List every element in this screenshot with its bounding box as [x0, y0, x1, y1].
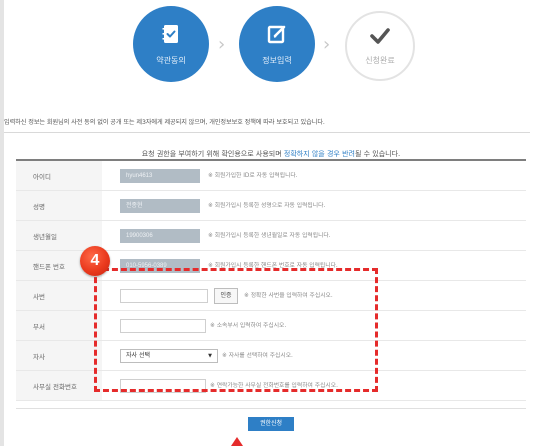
- step-badge: 4: [80, 246, 110, 276]
- step-chevron-icon: ›: [218, 34, 226, 55]
- id-field: hyun4613: [120, 169, 200, 183]
- step-info-label: 정보입력: [262, 55, 292, 65]
- step-terms-label: 약관동의: [156, 55, 186, 65]
- request-note-text: 요청 권한을 부여하기 위해 확인용으로 사용되며: [141, 150, 284, 158]
- row-id: 아이디 hyun4613 ※ 회원가입한 ID로 자동 입력됩니다.: [16, 161, 526, 191]
- step-info: 정보입력: [239, 6, 315, 82]
- birth-label: 생년월일: [16, 221, 102, 250]
- left-edge: [0, 0, 4, 446]
- id-hint: ※ 회원가입한 ID로 자동 입력됩니다.: [208, 173, 298, 179]
- registration-page: 약관동의 › 정보입력 › 신청완료 입력하신 정보는 회원님의 사전 동의 없…: [0, 0, 542, 446]
- birth-hint: ※ 회원가입시 등록한 생년월일로 자동 입력됩니다.: [208, 233, 331, 239]
- divider: [16, 408, 526, 409]
- document-check-icon: [160, 23, 182, 49]
- edit-icon: [266, 23, 288, 49]
- company-label: 자사: [16, 341, 102, 370]
- pointer-arrow-icon: [231, 437, 243, 446]
- request-note-tail: 될 수 있습니다.: [354, 150, 401, 158]
- request-note-highlight: 정확하지 않을 경우 반려: [283, 150, 355, 158]
- step-terms: 약관동의: [133, 6, 209, 82]
- emp-no-label: 사번: [16, 281, 102, 310]
- name-field: 전종현: [120, 199, 200, 213]
- step-complete-label: 신청완료: [365, 55, 395, 65]
- id-label: 아이디: [16, 161, 102, 190]
- office-phone-label: 사무실 전화번호: [16, 371, 102, 400]
- checkmark-icon: [369, 27, 391, 49]
- row-name: 성명 전종현 ※ 회원가입시 등록한 성명으로 자동 입력됩니다.: [16, 191, 526, 221]
- privacy-notice: 입력하신 정보는 회원님의 사전 동의 없이 공개 또는 제3자에게 제공되지 …: [4, 119, 325, 126]
- divider: [4, 132, 530, 133]
- step-chevron-icon: ›: [323, 34, 331, 55]
- step-complete: 신청완료: [345, 11, 415, 81]
- request-note: 요청 권한을 부여하기 위해 확인용으로 사용되며 정확하지 않을 경우 반려될…: [0, 149, 542, 159]
- submit-button[interactable]: 권한신청: [248, 417, 294, 431]
- name-hint: ※ 회원가입시 등록한 성명으로 자동 입력됩니다.: [208, 203, 326, 209]
- name-label: 성명: [16, 191, 102, 220]
- highlight-box: [94, 268, 378, 392]
- dept-label: 부서: [16, 311, 102, 340]
- birth-field: 19900306: [120, 229, 200, 243]
